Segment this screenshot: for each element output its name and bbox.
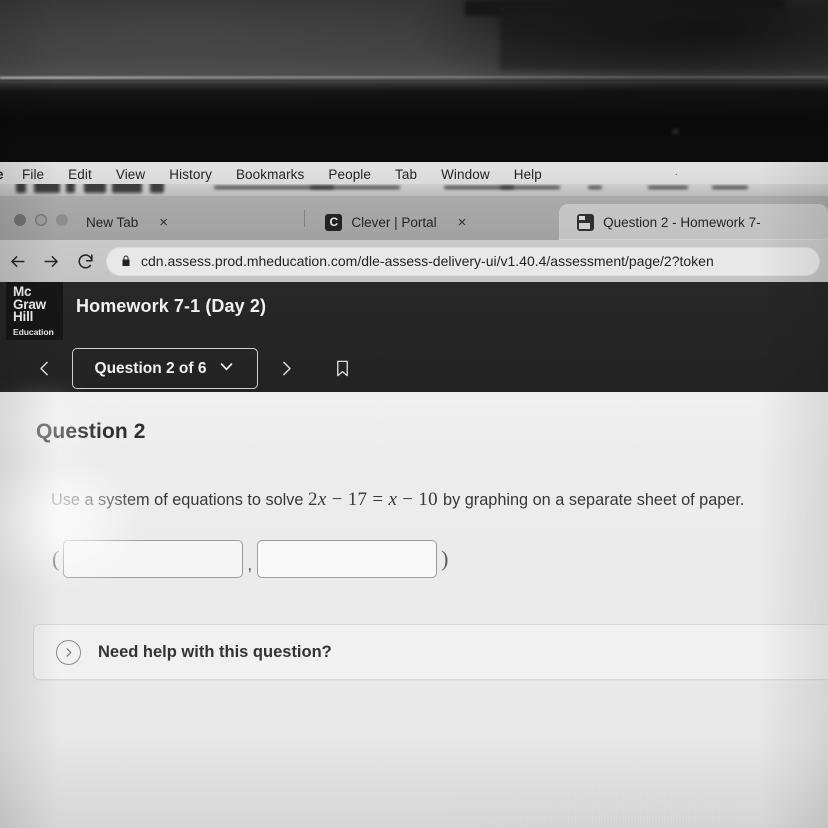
menu-item-tab[interactable]: Tab <box>383 167 429 182</box>
next-question-icon[interactable] <box>266 349 306 389</box>
bezel-edge-specular <box>0 77 500 79</box>
circle-chevron-right-icon <box>56 639 81 665</box>
address-bar[interactable]: cdn.assess.prod.mheducation.com/dle-asse… <box>106 246 820 276</box>
question-selector-dropdown[interactable]: Question 2 of 6 <box>72 348 258 389</box>
tab-close-icon[interactable]: × <box>157 215 170 230</box>
question-selector-label: Question 2 of 6 <box>94 359 207 377</box>
mcgraw-hill-logo[interactable]: Mc Graw Hill Education <box>6 282 63 340</box>
equation-rhs-variable: x <box>388 489 398 510</box>
browser-tab-clever-portal[interactable]: C Clever | Portal × <box>307 204 559 240</box>
screenshot-root: e File Edit View History Bookmarks Peopl… <box>0 0 828 828</box>
close-paren: ) <box>441 546 449 571</box>
screen-moire-artifact <box>0 784 828 828</box>
menu-item-window[interactable]: Window <box>429 167 502 182</box>
reload-icon[interactable] <box>68 244 102 278</box>
browser-tab-strip: New Tab × C Clever | Portal × Question 2… <box>0 196 828 240</box>
back-icon[interactable] <box>0 244 34 278</box>
ordered-pair-comma: , <box>247 555 253 574</box>
logo-line-hill: Hill <box>13 309 34 324</box>
equation-lhs-variable: x <box>317 489 327 510</box>
answer-y-input[interactable] <box>257 540 438 578</box>
need-help-accordion[interactable]: Need help with this question? <box>33 624 828 680</box>
equation-lhs-operator: − <box>331 489 343 510</box>
minimize-window-button[interactable] <box>35 214 47 226</box>
tab-divider <box>304 209 306 227</box>
equation-lhs-coefficient: 2 <box>308 489 318 510</box>
chevron-down-icon <box>218 358 235 380</box>
laptop-bezel-photo <box>0 0 828 160</box>
question-content-area: Question 2 Use a system of equations to … <box>0 392 828 828</box>
mheducation-app-header: Mc Graw Hill Education Homework 7-1 (Day… <box>0 282 828 392</box>
menu-item-file[interactable]: File <box>10 167 56 182</box>
bezel-shadow-block <box>465 0 785 16</box>
bezel-shadow-wedge <box>500 6 828 70</box>
menu-item-help[interactable]: Help <box>502 167 554 182</box>
menu-app-name-fragment[interactable]: e <box>0 167 10 182</box>
equation-rhs-operator: − <box>402 489 414 510</box>
bezel-camera-dot <box>672 128 679 135</box>
browser-tab-question-2[interactable]: Question 2 - Homework 7- <box>559 204 828 240</box>
question-navigation-bar: Question 2 of 6 <box>24 348 364 389</box>
previous-question-icon[interactable] <box>24 349 64 389</box>
forward-icon[interactable] <box>34 244 68 278</box>
menu-item-view[interactable]: View <box>104 167 157 182</box>
question-equation: 2x − 17 = x − 10 <box>308 489 443 510</box>
menu-item-history[interactable]: History <box>157 167 224 182</box>
bookmark-icon[interactable] <box>320 349 364 389</box>
tab-title-clever-portal: Clever | Portal <box>351 214 437 230</box>
close-window-button[interactable] <box>14 214 26 226</box>
menu-item-edit[interactable]: Edit <box>56 167 104 182</box>
mheducation-favicon-icon <box>577 213 595 231</box>
answer-x-input[interactable] <box>63 540 244 578</box>
address-bar-url: cdn.assess.prod.mheducation.com/dle-asse… <box>141 253 714 269</box>
need-help-label: Need help with this question? <box>98 642 332 661</box>
menu-item-bookmarks[interactable]: Bookmarks <box>224 167 316 182</box>
browser-toolbar: cdn.assess.prod.mheducation.com/dle-asse… <box>0 240 828 282</box>
zoom-window-button[interactable] <box>56 214 68 226</box>
bezel-edge-highlight <box>0 76 828 81</box>
lock-icon <box>120 254 132 268</box>
menu-item-people[interactable]: People <box>316 167 383 182</box>
prompt-text-before: Use a system of equations to solve <box>51 491 304 509</box>
equation-lhs-constant: 17 <box>347 489 368 510</box>
clever-favicon-icon: C <box>325 213 343 231</box>
equation-rhs-constant: 10 <box>418 489 438 510</box>
assignment-title: Homework 7-1 (Day 2) <box>76 296 267 316</box>
question-heading: Question 2 <box>36 420 146 443</box>
logo-line-education: Education <box>13 326 54 337</box>
prompt-text-after: by graphing on a separate sheet of paper… <box>443 491 745 509</box>
tab-title-question-2: Question 2 - Homework 7- <box>603 214 761 230</box>
tab-title-new-tab: New Tab <box>86 214 139 230</box>
browser-tab-new-tab[interactable]: New Tab × <box>68 204 304 240</box>
open-paren: ( <box>52 546 60 571</box>
equation-equals-sign: = <box>372 489 384 510</box>
window-controls <box>0 214 68 240</box>
os-menu-bar: e File Edit View History Bookmarks Peopl… <box>0 162 828 186</box>
question-prompt: Use a system of equations to solve 2x − … <box>51 487 818 513</box>
tab-close-icon[interactable]: × <box>456 215 469 230</box>
photo-smear-artifact <box>0 184 828 196</box>
menu-bar-right-indicator: · <box>674 168 678 180</box>
ordered-pair-answer-row: ( , ) <box>48 540 452 578</box>
